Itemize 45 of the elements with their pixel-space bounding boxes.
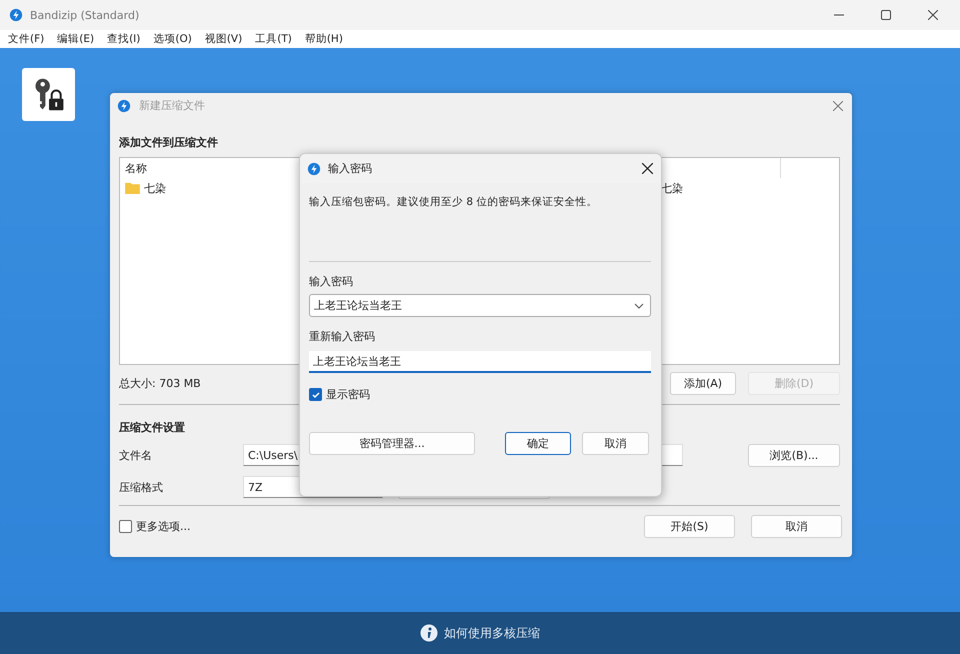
maximize-icon[interactable] xyxy=(881,10,891,20)
ok-button[interactable]: 确定 xyxy=(505,432,571,455)
checkbox[interactable] xyxy=(309,388,322,401)
chevron-down-icon xyxy=(634,302,644,308)
app-logo-icon xyxy=(117,98,131,112)
field-label: 文件名 xyxy=(119,448,153,462)
menu-item[interactable]: 文件(F) xyxy=(8,32,44,46)
start-button[interactable]: 开始(S) xyxy=(644,515,735,538)
field-label: 压缩格式 xyxy=(119,480,164,494)
dialog-title: 输入密码 xyxy=(328,161,372,176)
action-button[interactable]: 添加(A) xyxy=(670,372,736,394)
field-label: 输入密码 xyxy=(309,274,354,288)
field-label: 重新输入密码 xyxy=(309,329,376,343)
status-link[interactable]: 如何使用多核压缩 xyxy=(444,624,540,642)
menu-item[interactable]: 编辑(E) xyxy=(57,32,94,46)
dialog-title: 新建压缩文件 xyxy=(139,98,205,113)
app-logo-icon xyxy=(9,8,23,22)
password-combo[interactable]: 上老王论坛当老王 xyxy=(309,294,651,317)
total-size: 总大小: 703 MB xyxy=(119,376,201,390)
window-title: Bandizip (Standard) xyxy=(30,8,140,22)
menu-item[interactable]: 帮助(H) xyxy=(304,32,343,46)
menu-item[interactable]: 选项(O) xyxy=(153,32,192,46)
table-cell-text: 七染 xyxy=(661,180,684,196)
password-manager-button[interactable]: 密码管理器... xyxy=(309,432,475,455)
close-icon[interactable] xyxy=(928,10,938,20)
section-title: 压缩文件设置 xyxy=(119,420,186,434)
password-input[interactable]: 上老王论坛当老王 xyxy=(309,351,651,373)
checkbox-label: 显示密码 xyxy=(326,387,370,402)
cancel-button[interactable]: 取消 xyxy=(582,432,649,455)
info-icon xyxy=(420,624,438,642)
file-name[interactable]: 七染 xyxy=(144,180,166,196)
menu-item[interactable]: 工具(T) xyxy=(255,32,292,46)
browse-button[interactable]: 浏览(B)... xyxy=(748,444,840,466)
section-title: 添加文件到压缩文件 xyxy=(119,135,219,149)
checkbox[interactable] xyxy=(119,520,132,533)
key-lock-tile[interactable] xyxy=(22,68,75,121)
menu-item[interactable]: 视图(V) xyxy=(204,32,242,46)
app-logo-icon xyxy=(307,162,321,176)
checkbox-label: 更多选项... xyxy=(136,519,190,534)
menu-item[interactable]: 查找(I) xyxy=(107,32,140,46)
cancel-button[interactable]: 取消 xyxy=(751,515,842,538)
folder-icon xyxy=(125,182,140,194)
close-icon[interactable] xyxy=(642,163,653,174)
description-text: 输入压缩包密码。建议使用至少 8 位的密码来保证安全性。 xyxy=(309,195,598,209)
checkmark-icon xyxy=(310,390,320,400)
